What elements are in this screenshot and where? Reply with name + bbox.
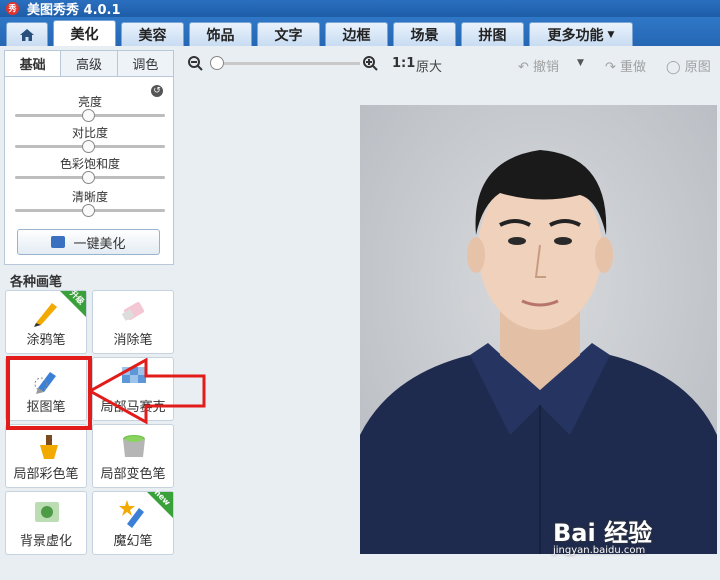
- brightness-label: 亮度: [77, 95, 102, 109]
- contrast-knob[interactable]: [82, 140, 95, 153]
- undo-label: 撤销: [533, 60, 560, 75]
- canvas-toolbar: 1:1 原大 ↶ 撤销 ▼ ↷ 重做 ◯ 原图: [180, 50, 720, 78]
- adjust-panel: 基础 高级 调色 ↺ 亮度 对比度 色彩饱和度 清晰度 一键美化: [4, 50, 174, 265]
- baidu-watermark: Bai 经验 jingyan.baidu.com: [553, 513, 703, 563]
- tab-border[interactable]: 边框: [325, 22, 388, 46]
- original-icon: ◯: [666, 60, 685, 75]
- tab-accessories[interactable]: 饰品: [189, 22, 252, 46]
- one-key-beautify-button[interactable]: 一键美化: [17, 229, 160, 255]
- redo-button[interactable]: ↷ 重做: [605, 56, 646, 75]
- zoom-track[interactable]: [210, 62, 360, 65]
- brush-eraser-label: 消除笔: [113, 333, 153, 348]
- app-title: 美图秀秀 4.0.1: [27, 3, 121, 18]
- tab-beautify[interactable]: 美化: [53, 20, 116, 46]
- eraser-icon: [122, 302, 145, 321]
- tab-scene[interactable]: 场景: [393, 22, 456, 46]
- redo-icon: ↷: [605, 60, 621, 75]
- contrast-label: 对比度: [71, 126, 108, 140]
- watermark-main: Bai 经验: [553, 519, 653, 547]
- one-key-label: 一键美化: [73, 236, 126, 252]
- brush-doodle[interactable]: 升级 涂鸦笔: [5, 289, 87, 354]
- saturation-slider: 色彩饱和度: [15, 155, 165, 184]
- brush-local-color[interactable]: 局部彩色笔: [5, 424, 87, 488]
- magic-pen-icon: [119, 500, 144, 528]
- brush-background-blur[interactable]: 背景虚化: [5, 491, 87, 555]
- original-button[interactable]: ◯ 原图: [666, 56, 711, 75]
- annotation-arrow: [88, 358, 206, 425]
- brush-local-color-label: 局部彩色笔: [13, 467, 79, 482]
- undo-history-caret-icon[interactable]: ▼: [577, 58, 584, 68]
- tab-text[interactable]: 文字: [257, 22, 320, 46]
- paintbrush-icon: [34, 303, 57, 327]
- saturation-knob[interactable]: [82, 171, 95, 184]
- photo-canvas[interactable]: [360, 105, 717, 554]
- tab-beauty[interactable]: 美容: [121, 22, 184, 46]
- brush-magic[interactable]: new 魔幻笔: [92, 488, 174, 555]
- undo-button[interactable]: ↶ 撤销: [518, 56, 559, 75]
- zoom-out-icon[interactable]: [188, 56, 203, 71]
- brightness-knob[interactable]: [82, 109, 95, 122]
- brush-eraser[interactable]: 消除笔: [92, 290, 174, 354]
- saturation-track[interactable]: [15, 171, 165, 184]
- subtab-advanced[interactable]: 高级: [61, 51, 118, 76]
- watermark-url: jingyan.baidu.com: [553, 545, 646, 556]
- app-logo-icon: 秀: [6, 2, 19, 15]
- adjust-subtabs: 基础 高级 调色: [5, 51, 173, 77]
- brightness-track[interactable]: [15, 109, 165, 122]
- saturation-label: 色彩饱和度: [59, 157, 120, 171]
- home-tab[interactable]: [6, 22, 48, 46]
- title-bar: 秀 美图秀秀 4.0.1: [0, 0, 720, 18]
- contrast-track[interactable]: [15, 140, 165, 153]
- sharpness-label: 清晰度: [71, 190, 108, 204]
- portrait-photo: [360, 105, 717, 554]
- zoom-in-icon[interactable]: [363, 56, 378, 71]
- sharpness-slider: 清晰度: [15, 188, 165, 217]
- brush-recolor-label: 局部变色笔: [100, 467, 166, 482]
- brush-background-blur-label: 背景虚化: [19, 534, 72, 549]
- color-brush-icon: [40, 435, 58, 459]
- zoom-knob[interactable]: [210, 56, 224, 70]
- subtab-color[interactable]: 调色: [117, 51, 173, 76]
- highlight-box: [6, 356, 92, 430]
- home-icon: [20, 28, 34, 41]
- undo-icon: ↶: [518, 60, 534, 75]
- brush-section-title: 各种画笔: [10, 275, 63, 290]
- contrast-slider: 对比度: [15, 124, 165, 153]
- original-label: 原图: [684, 60, 711, 75]
- redo-label: 重做: [620, 60, 647, 75]
- brush-magic-label: 魔幻笔: [113, 534, 153, 549]
- tab-more-label: 更多功能: [547, 27, 604, 44]
- main-tab-bar: 美化 美容 饰品 文字 边框 场景 拼图 更多功能 ▼: [0, 17, 720, 46]
- actual-size-ratio[interactable]: 1:1: [392, 56, 415, 71]
- caret-down-icon: ▼: [607, 29, 615, 40]
- sharpness-knob[interactable]: [82, 204, 95, 217]
- paint-bucket-icon: [123, 435, 145, 457]
- brush-doodle-label: 涂鸦笔: [26, 333, 66, 348]
- subtab-basic[interactable]: 基础: [5, 51, 62, 76]
- brightness-slider: 亮度: [15, 93, 165, 122]
- actual-size-button[interactable]: 原大: [416, 56, 442, 75]
- blur-background-icon: [35, 502, 59, 522]
- tab-collage[interactable]: 拼图: [461, 22, 524, 46]
- magic-wand-icon: [51, 236, 66, 248]
- sharpness-track[interactable]: [15, 204, 165, 217]
- tab-more[interactable]: 更多功能 ▼: [529, 22, 633, 46]
- brush-recolor[interactable]: 局部变色笔: [92, 424, 174, 488]
